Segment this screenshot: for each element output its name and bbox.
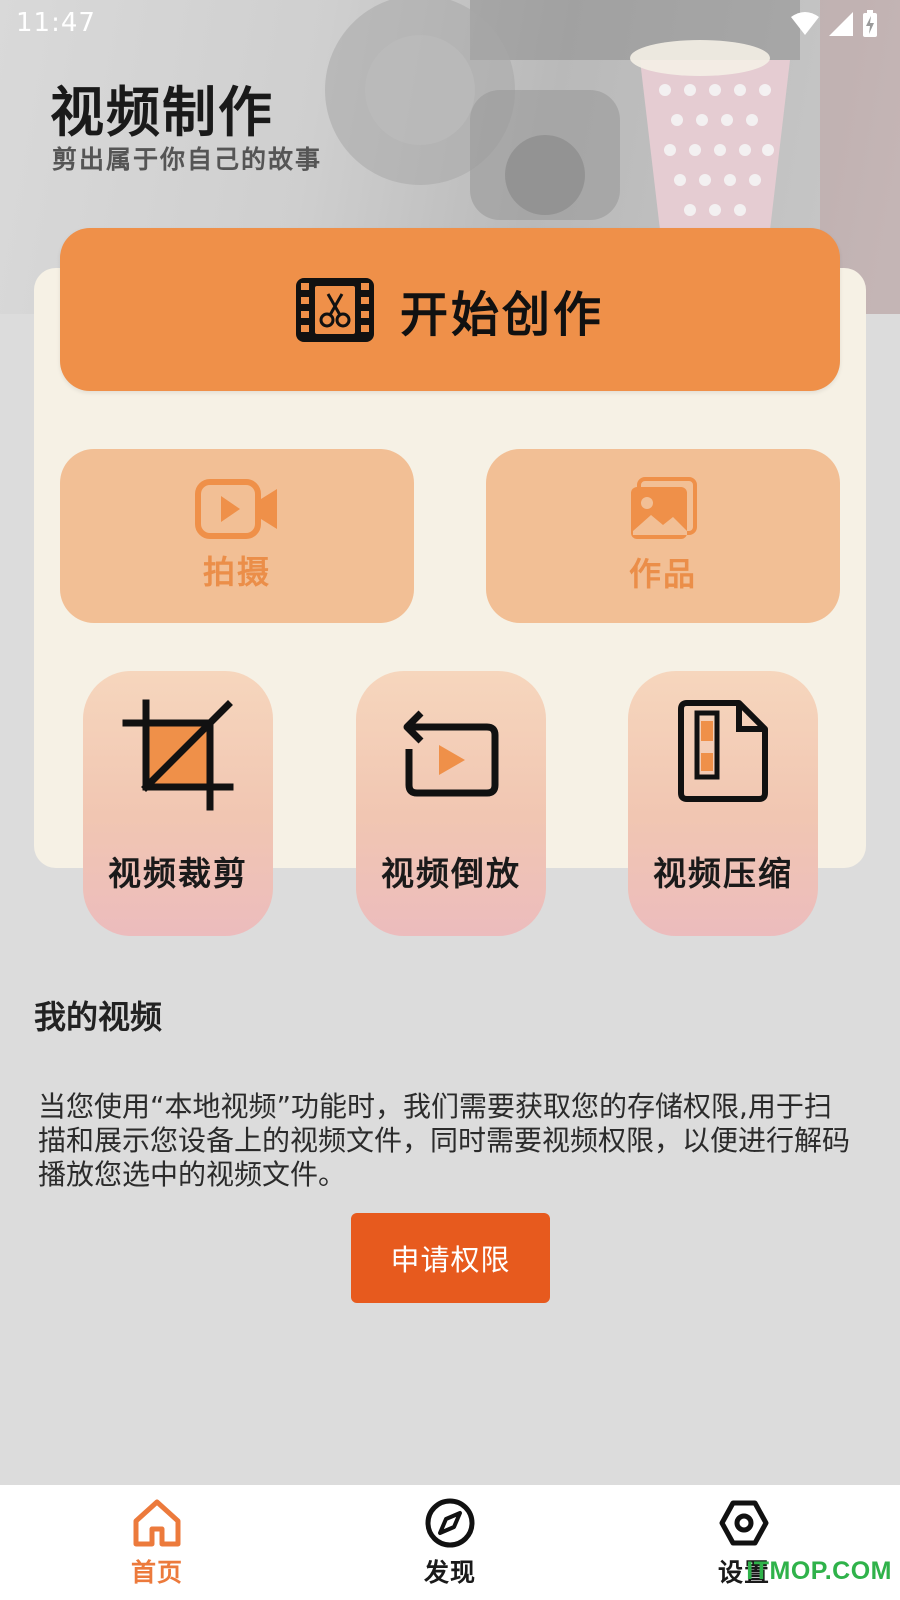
settings-hex-icon [719, 1500, 769, 1546]
video-crop-card[interactable]: 视频裁剪 [83, 671, 273, 936]
page-subtitle: 剪出属于你自己的故事 [52, 145, 323, 174]
video-camera-icon [195, 479, 277, 539]
nav-discover[interactable]: 发现 [380, 1497, 520, 1589]
status-bar: 11:47 [0, 0, 900, 50]
nav-home[interactable]: 首页 [87, 1497, 227, 1589]
shoot-label: 拍摄 [202, 553, 271, 591]
video-compress-label: 视频压缩 [653, 854, 793, 893]
start-creating-label: 开始创作 [399, 286, 604, 343]
video-crop-label: 视频裁剪 [108, 854, 248, 893]
works-label: 作品 [628, 555, 697, 593]
request-permission-button[interactable]: 申请权限 [351, 1213, 550, 1303]
cellular-signal-icon [829, 12, 853, 36]
start-creating-button[interactable]: 开始创作 [60, 228, 840, 391]
shoot-card[interactable]: 拍摄 [60, 449, 414, 623]
status-time: 11:47 [16, 8, 96, 38]
compass-icon [425, 1498, 475, 1548]
nav-discover-label: 发现 [423, 1558, 476, 1587]
video-reverse-card[interactable]: 视频倒放 [356, 671, 546, 936]
wifi-icon [791, 12, 819, 35]
video-reverse-label: 视频倒放 [381, 854, 521, 893]
permission-notice: 当您使用“本地视频”功能时，我们需要获取您的存储权限,用于扫描和展示您设备上的视… [38, 1090, 851, 1191]
compress-file-icon [678, 700, 768, 802]
works-card[interactable]: 作品 [486, 449, 840, 623]
my-videos-title: 我的视频 [34, 998, 163, 1036]
nav-home-label: 首页 [130, 1558, 183, 1587]
battery-charging-icon [863, 10, 877, 37]
home-icon [133, 1499, 181, 1547]
page-title: 视频制作 [50, 81, 274, 144]
gallery-icon [631, 477, 697, 539]
reverse-play-icon [403, 710, 499, 797]
film-scissors-icon [295, 277, 374, 342]
video-compress-card[interactable]: 视频压缩 [628, 671, 818, 936]
crop-icon [122, 699, 234, 811]
watermark: ITMOP.COM [746, 1557, 892, 1585]
